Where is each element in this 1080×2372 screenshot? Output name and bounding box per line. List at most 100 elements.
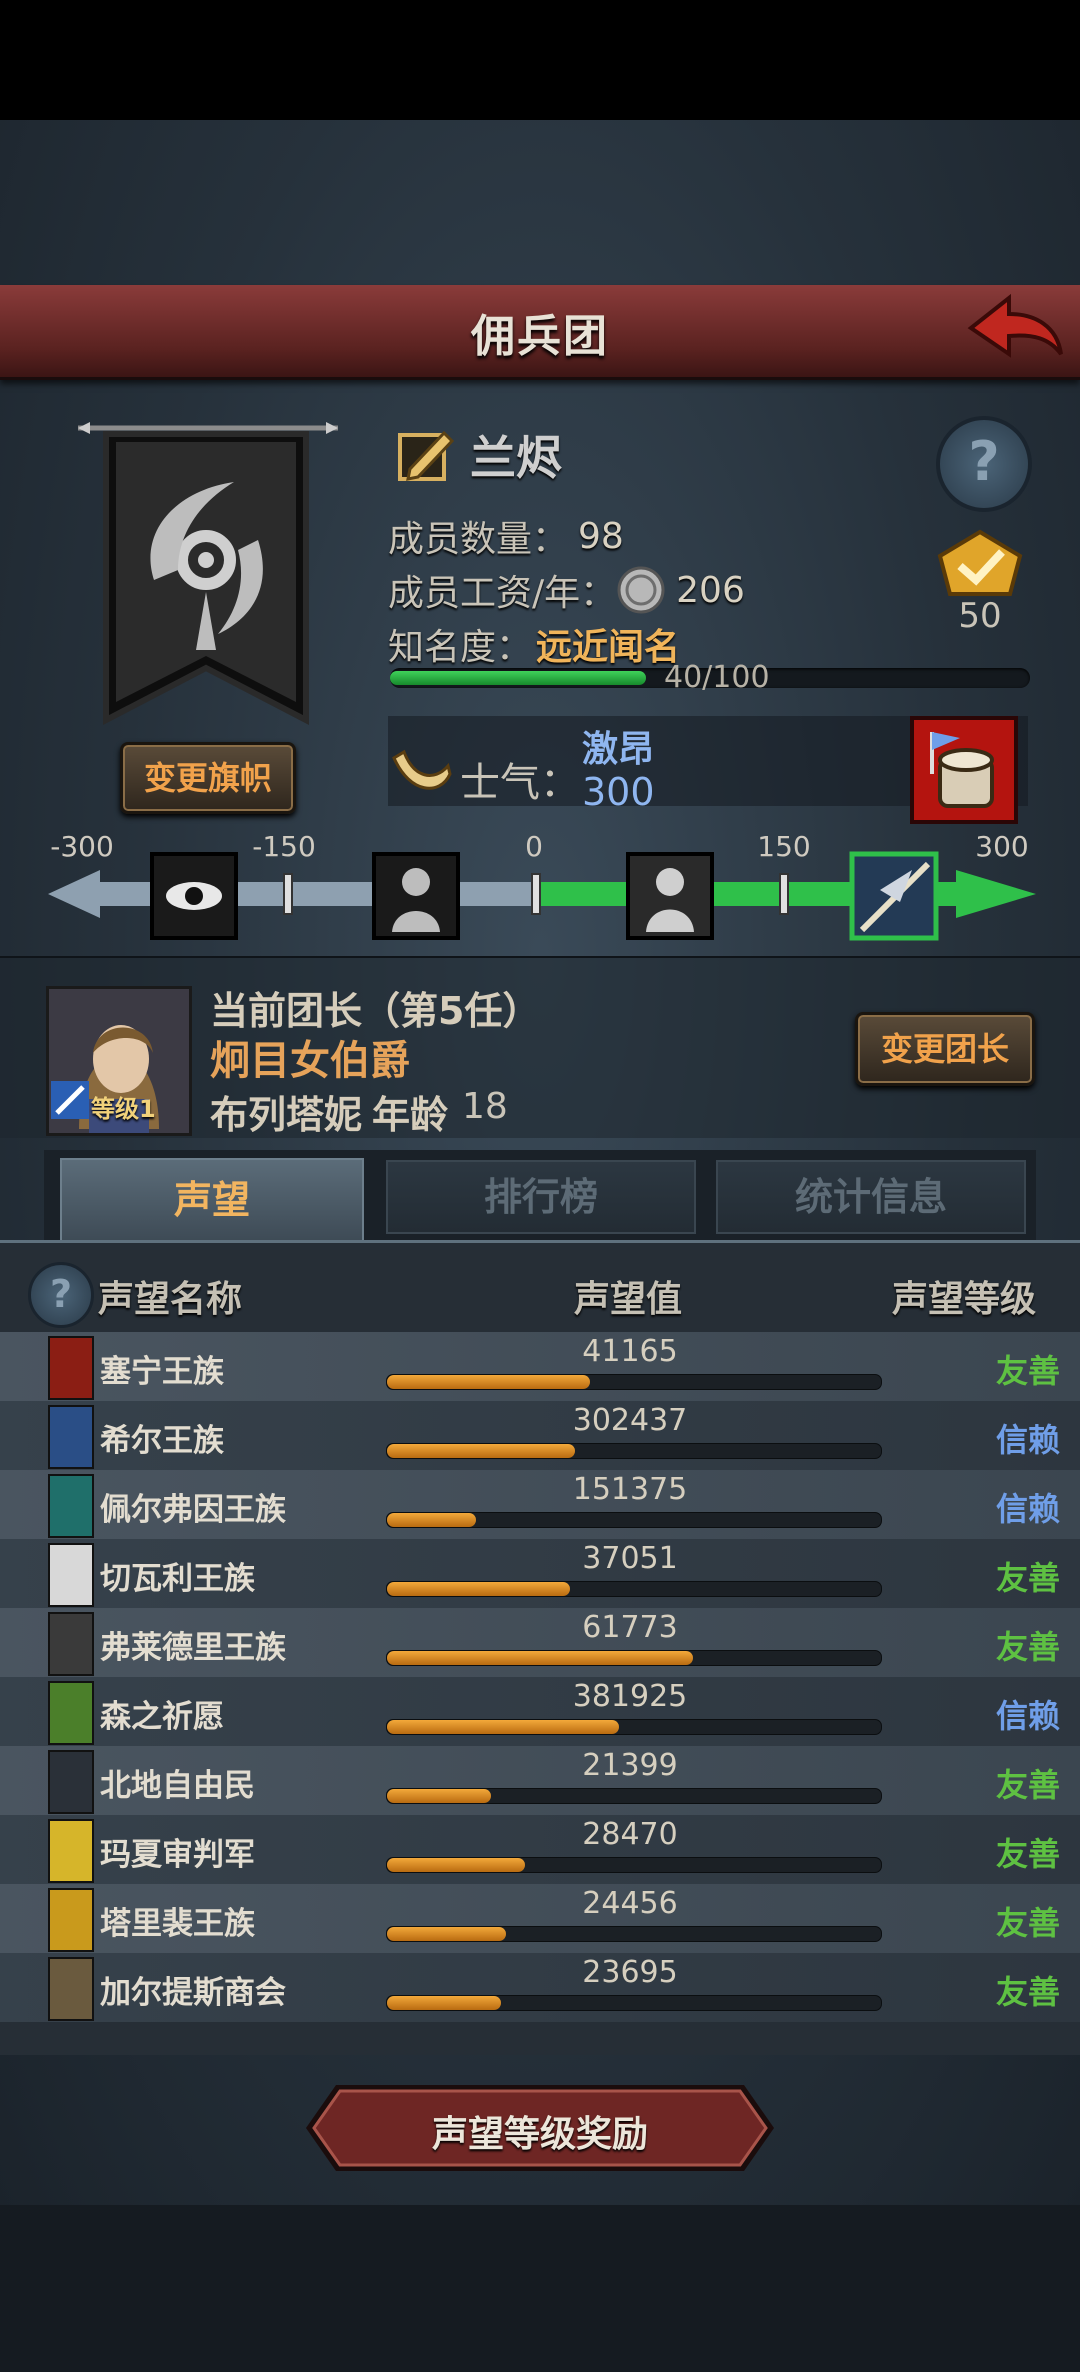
morale-label: 士气： [460, 760, 580, 806]
faction-name: 玛夏审判军 [100, 1837, 255, 1873]
reputation-progress-fill [387, 1858, 526, 1872]
gold-chevron-icon [48, 1819, 94, 1883]
leader-name: 布列塔妮 [210, 1093, 363, 1137]
fame-row: 知名度： 远近闻名 [388, 618, 680, 670]
reputation-value: 151375 [572, 1472, 688, 1507]
axe-icon [48, 1750, 94, 1814]
reputation-value: 23695 [582, 1955, 678, 1990]
reputation-progress-fill [387, 1927, 506, 1941]
silver-coin-icon [617, 566, 665, 614]
morale-scale: -300 -150 0 150 300 [48, 830, 1036, 941]
reputation-level: 信赖 [995, 1490, 1060, 1528]
tab-statistics[interactable]: 统计信息 [716, 1160, 1026, 1234]
reputation-value: 61773 [582, 1610, 678, 1645]
col-header-value: 声望值 [574, 1279, 683, 1320]
salary-value: 206 [676, 569, 745, 611]
reputation-value: 381925 [572, 1679, 688, 1714]
tab-ranking[interactable]: 排行榜 [386, 1160, 696, 1234]
scales-icon [48, 1543, 94, 1607]
faction-name: 塔里裴王族 [100, 1906, 255, 1942]
leader-rank: 炯目女伯爵 [210, 1038, 410, 1084]
faction-name: 塞宁王族 [100, 1354, 224, 1390]
scale-tick-label: -300 [50, 830, 114, 863]
scale-tick-label: -150 [252, 830, 316, 863]
morale-value: 300 [582, 770, 655, 814]
reputation-value: 302437 [572, 1403, 688, 1438]
reputation-progress-fill [387, 1996, 501, 2010]
scale-tick-label: 300 [975, 830, 1028, 863]
reputation-progress-bar [386, 1443, 882, 1459]
faction-name: 希尔王族 [100, 1423, 224, 1459]
reputation-level: 友善 [995, 1835, 1060, 1873]
faction-name: 北地自由民 [100, 1768, 255, 1804]
faction-name: 森之祈愿 [100, 1699, 224, 1735]
reputation-help-button[interactable]: ? [28, 1262, 94, 1328]
reputation-row[interactable]: 佩尔弗因王族 151375 信赖 [0, 1470, 1080, 1539]
bottom-area [0, 2205, 1080, 2372]
reputation-row[interactable]: 弗莱德里王族 61773 友善 [0, 1608, 1080, 1677]
gold-sun-icon [48, 1888, 94, 1952]
col-header-name: 声望名称 [98, 1279, 243, 1320]
medal-count: 50 [958, 596, 1002, 636]
reputation-progress-fill [387, 1513, 476, 1527]
reputation-progress-bar [386, 1650, 882, 1666]
sword-class-icon [51, 1081, 89, 1119]
reputation-row[interactable]: 北地自由民 21399 友善 [0, 1746, 1080, 1815]
reputation-row[interactable]: 塔里裴王族 24456 友善 [0, 1884, 1080, 1953]
reputation-progress-fill [387, 1375, 590, 1389]
reputation-progress-fill [387, 1582, 570, 1596]
chest-icon [48, 1957, 94, 2021]
reputation-progress-bar [386, 1374, 882, 1390]
war-drum-icon[interactable] [910, 716, 1018, 824]
fame-label: 知名度： [388, 627, 533, 668]
fame-progress-fill [390, 671, 646, 685]
reputation-progress-bar [386, 1995, 882, 2011]
leader-title: 当前团长（第5任） [210, 989, 541, 1033]
reputation-progress-bar [386, 1857, 882, 1873]
reputation-row[interactable]: 塞宁王族 41165 友善 [0, 1332, 1080, 1401]
change-banner-button[interactable]: 变更旗帜 [120, 742, 296, 814]
reputation-progress-bar [386, 1512, 882, 1528]
status-bar-area [0, 0, 1080, 120]
edit-name-icon[interactable] [396, 425, 456, 485]
reputation-row[interactable]: 切瓦利王族 37051 友善 [0, 1539, 1080, 1608]
reputation-row[interactable]: 加尔提斯商会 23695 友善 [0, 1953, 1080, 2022]
reputation-progress-fill [387, 1651, 694, 1665]
reputation-value: 24456 [582, 1886, 678, 1921]
reputation-row[interactable]: 森之祈愿 381925 信赖 [0, 1677, 1080, 1746]
reputation-value: 37051 [582, 1541, 678, 1576]
reputation-value: 21399 [582, 1748, 678, 1783]
leader-level: 等级1 [91, 1095, 156, 1123]
guild-name: 兰烬 [470, 431, 562, 485]
reputation-row[interactable]: 希尔王族 302437 信赖 [0, 1401, 1080, 1470]
back-arrow-icon[interactable] [965, 288, 1065, 368]
reputation-reward-label: 声望等级奖励 [431, 2114, 648, 2155]
faction-name: 切瓦利王族 [100, 1561, 255, 1597]
reputation-level: 友善 [995, 1973, 1060, 2011]
tab-reputation[interactable]: 声望 [60, 1158, 364, 1240]
guild-name-row: 兰烬 [396, 420, 562, 490]
teal-moon-icon [48, 1474, 94, 1538]
fame-value: 远近闻名 [536, 627, 681, 668]
scale-tick-label: 0 [525, 830, 543, 863]
reputation-progress-bar [386, 1926, 882, 1942]
reputation-progress-bar [386, 1581, 882, 1597]
reputation-level: 友善 [995, 1628, 1060, 1666]
page-title: 佣兵团 [471, 311, 609, 362]
reputation-level: 友善 [995, 1559, 1060, 1597]
leader-portrait[interactable]: 等级1 [46, 986, 192, 1136]
calm-figure-icon [626, 852, 714, 940]
horn-icon [392, 749, 452, 790]
help-button[interactable]: ? [936, 416, 1032, 512]
red-crest-icon [48, 1336, 94, 1400]
col-header-level: 声望等级 [892, 1279, 1037, 1320]
members-label: 成员数量： [388, 519, 569, 560]
salary-row: 成员工资/年： 206 [388, 564, 745, 616]
change-leader-button[interactable]: 变更团长 [855, 1012, 1035, 1086]
scale-tick-label: 150 [757, 830, 810, 863]
reputation-value: 41165 [582, 1334, 678, 1369]
guild-banner-icon [78, 422, 338, 725]
tree-icon [48, 1681, 94, 1745]
charge-spear-icon [849, 851, 939, 941]
reputation-row[interactable]: 玛夏审判军 28470 友善 [0, 1815, 1080, 1884]
